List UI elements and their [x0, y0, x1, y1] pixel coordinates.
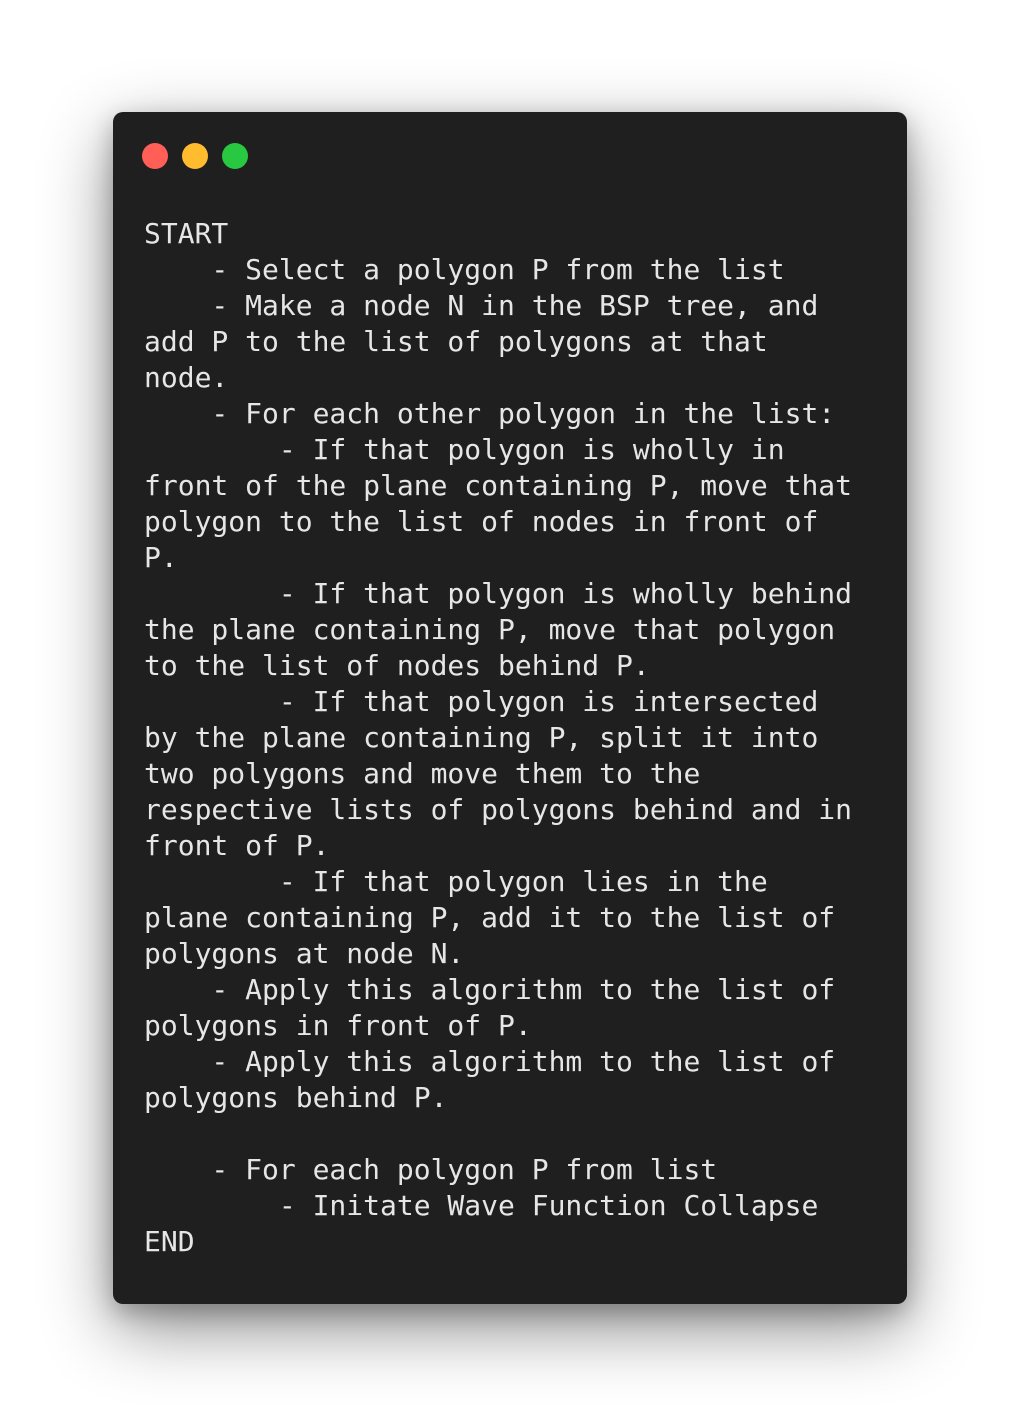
window-titlebar: [142, 143, 248, 169]
code-window: START - Select a polygon P from the list…: [113, 112, 907, 1304]
zoom-dot-icon[interactable]: [222, 143, 248, 169]
code-block: START - Select a polygon P from the list…: [144, 217, 853, 1258]
close-dot-icon[interactable]: [142, 143, 168, 169]
minimize-dot-icon[interactable]: [182, 143, 208, 169]
